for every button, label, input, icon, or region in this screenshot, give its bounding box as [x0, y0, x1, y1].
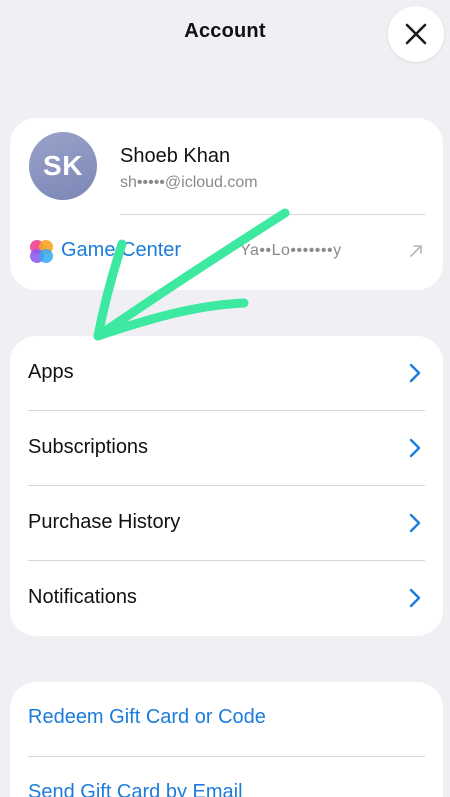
menu-item-label: Notifications [28, 586, 137, 608]
game-center-icon [30, 240, 53, 263]
send-gift-card-link[interactable]: Send Gift Card by Email [10, 757, 443, 797]
account-menu-card: Apps Subscriptions Purchase History Noti… [10, 336, 443, 636]
profile-row[interactable]: SK Shoeb Khan sh•••••@icloud.com [10, 118, 443, 214]
menu-item-label: Subscriptions [28, 436, 149, 458]
menu-item-purchase-history[interactable]: Purchase History [10, 486, 443, 561]
account-screen: Account SK Shoeb Khan sh•••••@icloud.com… [0, 0, 450, 797]
user-email: sh•••••@icloud.com [120, 174, 258, 191]
close-icon [405, 23, 427, 45]
redeem-gift-card-link[interactable]: Redeem Gift Card or Code [10, 682, 443, 757]
game-center-label: Game Center [61, 239, 182, 261]
game-center-nickname: Ya••Lo•••••••y [240, 242, 342, 259]
menu-item-apps[interactable]: Apps [10, 336, 443, 411]
link-label: Send Gift Card by Email [28, 781, 243, 797]
close-button[interactable] [388, 6, 444, 62]
chevron-right-icon [409, 363, 421, 383]
chevron-right-icon [409, 438, 421, 458]
user-name: Shoeb Khan [120, 145, 231, 167]
avatar: SK [29, 132, 97, 200]
chevron-right-icon [409, 513, 421, 533]
profile-card: SK Shoeb Khan sh•••••@icloud.com Game Ce… [10, 118, 443, 290]
link-label: Redeem Gift Card or Code [28, 706, 266, 728]
chevron-right-icon [409, 588, 421, 608]
menu-item-label: Apps [28, 361, 74, 383]
menu-item-label: Purchase History [28, 511, 181, 533]
gift-card-links-card: Redeem Gift Card or Code Send Gift Card … [10, 682, 443, 797]
game-center-row[interactable]: Game Center Ya••Lo•••••••y [10, 215, 443, 290]
menu-item-notifications[interactable]: Notifications [10, 561, 443, 636]
arrow-up-right-icon [410, 245, 422, 257]
menu-item-subscriptions[interactable]: Subscriptions [10, 411, 443, 486]
page-title: Account [184, 20, 266, 42]
